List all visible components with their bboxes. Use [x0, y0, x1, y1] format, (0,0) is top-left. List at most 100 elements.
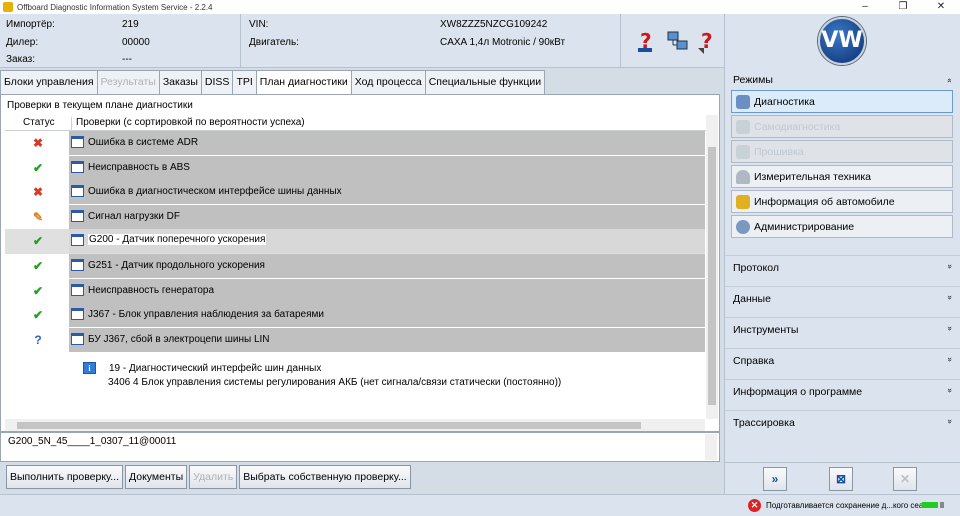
- error-icon[interactable]: ✕: [748, 499, 761, 512]
- expand-icon: »: [945, 357, 955, 362]
- info-icon: i: [83, 362, 96, 374]
- mode-diagnostics[interactable]: Диагностика: [731, 90, 953, 113]
- vin-value: XW8ZZZ5NZCG109242: [440, 19, 548, 30]
- header-divider: [620, 14, 621, 68]
- maximize-button[interactable]: ❐: [884, 0, 922, 14]
- forward-button[interactable]: »: [763, 467, 787, 491]
- scrollbar-thumb[interactable]: [708, 147, 716, 405]
- check-label: Ошибка в диагностическом интерфейсе шины…: [88, 186, 342, 198]
- main-tabs: Блоки управления Результаты Заказы DISS …: [0, 70, 546, 94]
- tab-diagnostic-plan[interactable]: План диагностики: [255, 70, 352, 94]
- vertical-scrollbar[interactable]: [706, 115, 718, 419]
- expand-icon: »: [945, 326, 955, 331]
- order-value: ---: [122, 54, 132, 65]
- mode-vehicle-info[interactable]: Информация об автомобиле: [731, 190, 953, 213]
- mode-label: Администрирование: [754, 221, 855, 233]
- test-code-field: G200_5N_45____1_0307_11@00011: [0, 432, 720, 462]
- tab-tpi[interactable]: TPI: [232, 70, 257, 94]
- header-divider: [240, 14, 241, 68]
- modes-title: Режимы: [733, 74, 773, 86]
- vertical-scrollbar[interactable]: [705, 434, 717, 460]
- check-doc-icon: [71, 283, 84, 296]
- table-row[interactable]: ✔ Неисправность генератора: [5, 278, 705, 304]
- status-error-icon: ✖: [32, 136, 44, 150]
- section-protocol[interactable]: Протокол »: [725, 255, 960, 279]
- choose-own-check-button[interactable]: Выбрать собственную проверку...: [239, 465, 411, 489]
- mode-measurement[interactable]: Измерительная техника: [731, 165, 953, 188]
- order-label: Заказ:: [6, 54, 36, 65]
- dealer-label: Дилер:: [6, 37, 39, 48]
- status-ok-icon: ✔: [32, 308, 44, 323]
- status-message: Подготавливается сохранение д...кого сеа…: [766, 501, 939, 510]
- check-doc-icon: [71, 308, 84, 321]
- section-data[interactable]: Данные »: [725, 286, 960, 310]
- section-tools[interactable]: Инструменты »: [725, 317, 960, 341]
- tab-control-units[interactable]: Блоки управления: [0, 70, 98, 94]
- check-doc-icon: [71, 136, 84, 148]
- table-row[interactable]: ? БУ J367, сбой в электроцепи шины LIN: [5, 327, 705, 353]
- mode-self-diagnostics[interactable]: Самодиагностика: [731, 115, 953, 138]
- run-check-button[interactable]: Выполнить проверку...: [6, 465, 123, 489]
- flashing-icon: [736, 145, 750, 159]
- collapse-icon[interactable]: »: [944, 78, 953, 82]
- documents-button[interactable]: Документы: [125, 465, 188, 489]
- mode-label: Измерительная техника: [754, 171, 872, 183]
- check-label: G200 - Датчик поперечного ускорения: [88, 234, 267, 246]
- window-title: Offboard Diagnostic Information System S…: [17, 2, 213, 12]
- target-button[interactable]: ⊠: [829, 467, 853, 491]
- help-question-icon[interactable]: ?: [636, 28, 660, 54]
- mode-administration[interactable]: Администрирование: [731, 215, 953, 238]
- tab-diss[interactable]: DISS: [200, 70, 234, 94]
- check-label: Сигнал нагрузки DF: [88, 210, 180, 222]
- self-diagnostics-icon: [736, 120, 750, 134]
- checks-list: ✖ Ошибка в системе ADR ✔ Неисправность в…: [5, 131, 705, 352]
- check-doc-icon: [71, 258, 84, 271]
- diagnostics-icon: [736, 95, 750, 109]
- connection-indicator-icon: [922, 502, 938, 508]
- mode-label: Информация об автомобиле: [754, 196, 895, 208]
- help-context-icon[interactable]: ?: [696, 28, 720, 54]
- section-label: Данные: [733, 293, 771, 305]
- check-label: Неисправность в ABS: [88, 161, 190, 173]
- column-checks[interactable]: Проверки (с сортировкой по вероятности у…: [71, 117, 305, 132]
- check-doc-icon: [71, 234, 84, 247]
- scrollbar-thumb[interactable]: [17, 422, 641, 429]
- table-row[interactable]: ✎ Сигнал нагрузки DF: [5, 204, 705, 230]
- horizontal-scrollbar[interactable]: [5, 419, 705, 431]
- vin-label: VIN:: [249, 19, 269, 30]
- tab-results[interactable]: Результаты: [96, 70, 160, 94]
- app-icon: [3, 2, 13, 12]
- connection-indicator-icon: [940, 502, 944, 508]
- status-ok-icon: ✔: [32, 258, 44, 273]
- mode-label: Прошивка: [754, 146, 804, 158]
- tab-special-functions[interactable]: Специальные функции: [424, 70, 546, 94]
- table-row-selected[interactable]: ✔ G200 - Датчик поперечного ускорения: [5, 229, 705, 254]
- cancel-button[interactable]: ✕: [893, 467, 917, 491]
- table-row[interactable]: ✔ J367 - Блок управления наблюдения за б…: [5, 303, 705, 328]
- table-row[interactable]: ✖ Ошибка в системе ADR: [5, 131, 705, 156]
- vw-logo: VW: [818, 17, 866, 65]
- delete-button[interactable]: Удалить: [189, 465, 238, 489]
- mode-label: Диагностика: [754, 96, 815, 108]
- diagnostic-plan-panel: Проверки в текущем плане диагностики Ста…: [0, 94, 720, 432]
- minimize-button[interactable]: –: [846, 0, 884, 14]
- fault-detail-line2: 3406 4 Блок управления системы регулиров…: [108, 377, 562, 388]
- modes-panel: Режимы » Диагностика Самодиагностика Про…: [724, 68, 960, 462]
- table-row[interactable]: ✔ Неисправность в ABS: [5, 155, 705, 181]
- tab-orders[interactable]: Заказы: [158, 70, 202, 94]
- help-icons: ? ?: [636, 28, 720, 54]
- status-error-icon: ✖: [32, 185, 44, 200]
- check-doc-icon: [71, 332, 84, 345]
- tab-process[interactable]: Ход процесса: [350, 70, 426, 94]
- table-row[interactable]: ✖ Ошибка в диагностическом интерфейсе ши…: [5, 180, 705, 205]
- mode-flashing[interactable]: Прошивка: [731, 140, 953, 163]
- column-status[interactable]: Статус: [23, 117, 55, 128]
- section-tracing[interactable]: Трассировка »: [725, 410, 960, 434]
- section-label: Протокол: [733, 262, 779, 274]
- section-help[interactable]: Справка »: [725, 348, 960, 372]
- table-row[interactable]: ✔ G251 - Датчик продольного ускорения: [5, 253, 705, 279]
- vehicle-info-icon: [736, 195, 750, 209]
- section-about[interactable]: Информация о программе »: [725, 379, 960, 403]
- network-computer-icon[interactable]: [666, 28, 690, 54]
- close-button[interactable]: ✕: [922, 0, 960, 14]
